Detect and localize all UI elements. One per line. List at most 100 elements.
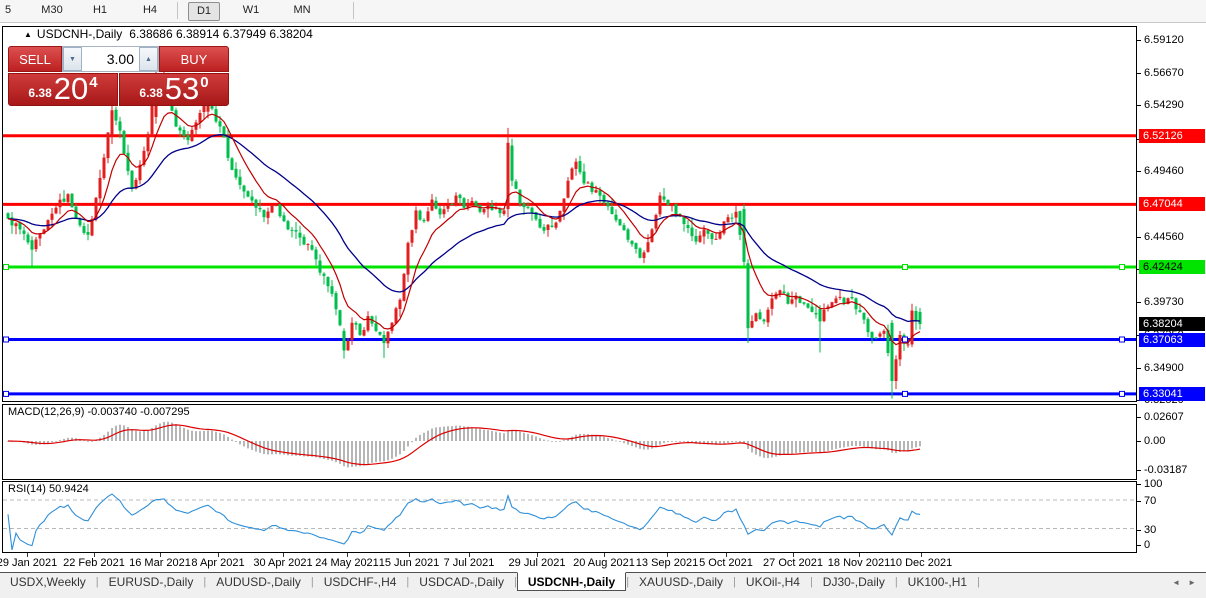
date-label: 16 Mar 2021 bbox=[129, 557, 191, 569]
line-handle[interactable] bbox=[1119, 264, 1125, 270]
rsi-axis-tick: 100 bbox=[1136, 478, 1162, 490]
sell-price-point: 4 bbox=[89, 74, 98, 91]
date-label: 10 Dec 2021 bbox=[889, 557, 953, 569]
volume-input[interactable] bbox=[82, 47, 139, 71]
date-label: 5 Oct 2021 bbox=[699, 557, 753, 569]
rsi-line bbox=[7, 493, 921, 551]
sell-price-prefix: 6.38 bbox=[28, 86, 52, 100]
price-tick: 6.54290 bbox=[1137, 99, 1184, 111]
price-axis: 6.591206.566706.542906.518406.494606.445… bbox=[1136, 26, 1206, 571]
chart-tab-eurusd-daily[interactable]: EURUSD-,Daily bbox=[99, 573, 204, 591]
line-handle[interactable] bbox=[3, 264, 9, 270]
date-label: 29 Jan 2021 bbox=[0, 557, 58, 569]
sell-price-quote[interactable]: 6.38 20 4 bbox=[8, 73, 118, 106]
rsi-panel[interactable] bbox=[2, 481, 1137, 553]
chart-tab-uk100-h1[interactable]: UK100-,H1 bbox=[898, 573, 977, 591]
macd-axis-tick: -0.03187 bbox=[1136, 464, 1187, 476]
price-tick: 6.59120 bbox=[1137, 34, 1184, 46]
one-click-trading-panel: SELL ▼ ▲ BUY 6.38204 6.38530 bbox=[8, 46, 229, 106]
collapse-triangle-icon: ▲ bbox=[24, 30, 32, 39]
sell-price-pips: 20 bbox=[53, 71, 89, 106]
buy-price-point: 0 bbox=[200, 74, 209, 91]
date-label: 7 Jul 2021 bbox=[443, 557, 495, 569]
line-handle[interactable] bbox=[1119, 390, 1125, 397]
chart-tab-usdchf-h4[interactable]: USDCHF-,H4 bbox=[314, 573, 407, 591]
volume-increase-button[interactable]: ▲ bbox=[139, 47, 158, 71]
line-handle[interactable] bbox=[902, 390, 908, 397]
ma-fast-line[interactable] bbox=[7, 111, 921, 346]
date-label: 30 Apr 2021 bbox=[253, 557, 313, 569]
date-label: 22 Feb 2021 bbox=[63, 557, 125, 569]
line-handle[interactable] bbox=[902, 264, 908, 270]
timeframe-button-m30[interactable]: M30 bbox=[38, 2, 66, 19]
toolbar-separator bbox=[177, 2, 178, 19]
price-tick: 6.39730 bbox=[1137, 296, 1184, 308]
buy-price-quote[interactable]: 6.38 53 0 bbox=[119, 73, 229, 106]
date-label: 15 Jun 2021 bbox=[378, 557, 440, 569]
chart-tab-dj30-daily[interactable]: DJ30-,Daily bbox=[813, 573, 895, 591]
rsi-chart[interactable] bbox=[3, 482, 1136, 552]
macd-axis-tick: 0.02607 bbox=[1137, 411, 1184, 423]
level-price-label: 6.52126 bbox=[1139, 128, 1205, 143]
level-price-label: 6.37063 bbox=[1139, 332, 1205, 347]
chart-symbol-label: USDCNH-,Daily bbox=[36, 27, 123, 41]
date-label: 24 May 2021 bbox=[315, 557, 379, 569]
chart-tab-ukoil-h4[interactable]: UKOil-,H4 bbox=[736, 573, 810, 591]
line-handle[interactable] bbox=[3, 390, 9, 397]
rsi-axis-tick: 0 bbox=[1136, 539, 1150, 551]
timeframe-button-d1[interactable]: D1 bbox=[188, 2, 220, 21]
date-label: 27 Oct 2021 bbox=[763, 557, 823, 569]
timeframe-button-mn[interactable]: MN bbox=[289, 2, 315, 19]
buy-button[interactable]: BUY bbox=[159, 46, 229, 72]
rsi-axis-tick: 70 bbox=[1136, 495, 1156, 507]
chart-tab-audusd-daily[interactable]: AUDUSD-,Daily bbox=[206, 573, 311, 591]
chart-tab-bar: USDX,Weekly | EURUSD-,Daily | AUDUSD-,Daily |… bbox=[0, 572, 1206, 591]
line-handle[interactable] bbox=[3, 336, 9, 343]
chart-tab-usdcnh-daily[interactable]: USDCNH-,Daily bbox=[516, 572, 627, 591]
volume-decrease-button[interactable]: ▼ bbox=[63, 47, 82, 71]
chart-tab-xauusd-daily[interactable]: XAUUSD-,Daily bbox=[629, 573, 733, 591]
tab-separator: | bbox=[977, 576, 980, 588]
sell-button[interactable]: SELL bbox=[8, 46, 62, 72]
date-axis: 29 Jan 2021 22 Feb 2021 16 Mar 2021 8 Apr 2… bbox=[0, 553, 1137, 572]
tab-scroll-left-icon[interactable]: ◄ bbox=[1172, 578, 1180, 587]
buy-price-prefix: 6.38 bbox=[139, 86, 163, 100]
price-tick: 6.44560 bbox=[1137, 231, 1184, 243]
current-price-label: 6.38204 bbox=[1139, 317, 1205, 332]
toolbar-separator bbox=[353, 2, 354, 19]
level-price-label: 6.33041 bbox=[1139, 386, 1205, 401]
timeframe-button-h4[interactable]: H4 bbox=[139, 2, 161, 19]
timeframe-button-w1[interactable]: W1 bbox=[239, 2, 263, 19]
line-handle[interactable] bbox=[902, 336, 908, 343]
tab-scroll-nav: ◄ ► bbox=[1162, 573, 1206, 591]
date-label: 13 Sep 2021 bbox=[635, 557, 699, 569]
price-tick: 6.56670 bbox=[1137, 67, 1184, 79]
buy-price-pips: 53 bbox=[164, 71, 200, 106]
date-label: 29 Jul 2021 bbox=[508, 557, 566, 569]
level-price-label: 6.47044 bbox=[1139, 197, 1205, 212]
rsi-label: RSI(14) 50.9424 bbox=[8, 483, 89, 495]
macd-label: MACD(12,26,9) -0.003740 -0.007295 bbox=[8, 406, 190, 418]
timeframe-button-h1[interactable]: H1 bbox=[89, 2, 111, 19]
chart-title: ▲ USDCNH-,Daily 6.38686 6.38914 6.37949 6.… bbox=[24, 27, 313, 41]
level-price-label: 6.42424 bbox=[1139, 259, 1205, 274]
chart-tab-usdcad-daily[interactable]: USDCAD-,Daily bbox=[409, 573, 514, 591]
price-tick: 6.34900 bbox=[1137, 362, 1184, 374]
bottom-strip bbox=[0, 591, 1206, 598]
timeframe-button-5[interactable]: 5 bbox=[2, 2, 14, 19]
tab-scroll-right-icon[interactable]: ► bbox=[1188, 578, 1196, 587]
date-label: 18 Nov 2021 bbox=[827, 557, 891, 569]
volume-spinner: ▼ ▲ bbox=[62, 46, 159, 72]
arrow-up-icon: ▲ bbox=[145, 55, 152, 63]
price-tick: 6.49460 bbox=[1137, 165, 1184, 177]
date-label: 20 Aug 2021 bbox=[573, 557, 635, 569]
line-handle[interactable] bbox=[1119, 336, 1125, 343]
chart-tab-usdx-weekly[interactable]: USDX,Weekly bbox=[0, 573, 96, 591]
date-label: 8 Apr 2021 bbox=[191, 557, 245, 569]
chart-ohlc-values: 6.38686 6.38914 6.37949 6.38204 bbox=[129, 27, 313, 41]
trading-terminal-window: 5 M30 H1 H4 D1 W1 MN ▲ USDCNH-,Daily 6.38686 6.3… bbox=[0, 0, 1206, 598]
arrow-down-icon: ▼ bbox=[69, 55, 76, 63]
macd-axis-tick: 0.00 bbox=[1136, 435, 1165, 447]
timeframe-toolbar: 5 M30 H1 H4 D1 W1 MN bbox=[0, 0, 1206, 23]
rsi-axis-tick: 30 bbox=[1136, 524, 1156, 536]
